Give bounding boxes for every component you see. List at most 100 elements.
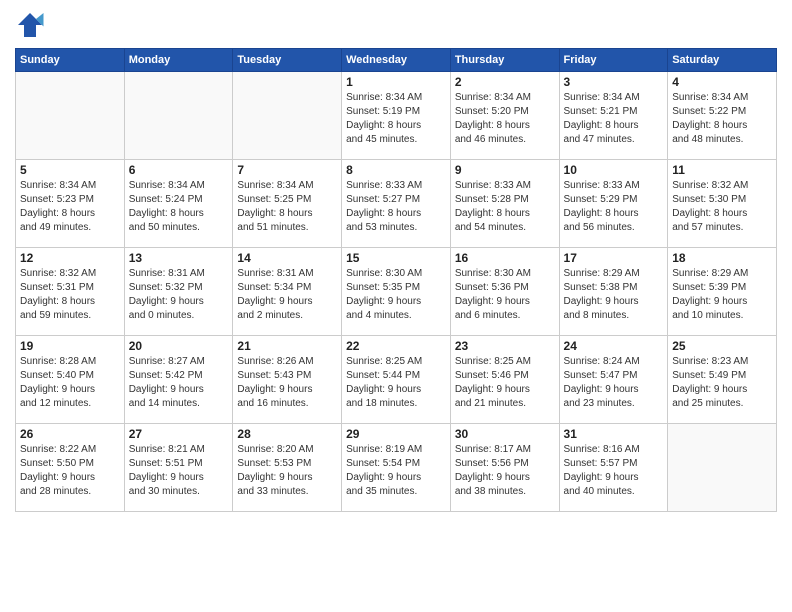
calendar-cell: 13Sunrise: 8:31 AMSunset: 5:32 PMDayligh… (124, 248, 233, 336)
day-info: Sunrise: 8:32 AMSunset: 5:31 PMDaylight:… (20, 267, 120, 323)
day-number: 29 (346, 427, 446, 441)
calendar-cell (233, 72, 342, 160)
day-number: 22 (346, 339, 446, 353)
day-number: 12 (20, 251, 120, 265)
calendar-cell: 22 Sunrise: 8:25 AMSunset: 5:44 PMDayligh… (342, 336, 451, 424)
day-info: Sunrise: 8:24 AMSunset: 5:47 PMDaylight:… (564, 355, 664, 411)
day-number: 24 (564, 339, 664, 353)
calendar-cell (668, 424, 777, 512)
day-number: 1 (346, 75, 446, 89)
day-info: Sunrise: 8:32 AMSunset: 5:30 PMDaylight:… (672, 179, 772, 235)
calendar-cell: 18 Sunrise: 8:29 AMSunset: 5:39 PMDayligh… (668, 248, 777, 336)
day-number: 6 (129, 163, 229, 177)
day-info: Sunrise: 8:29 AMSunset: 5:38 PMDaylight:… (564, 267, 664, 323)
day-number: 15 (346, 251, 446, 265)
col-header-friday: Friday (559, 49, 668, 72)
day-number: 17 (564, 251, 664, 265)
calendar-cell: 8 Sunrise: 8:33 AMSunset: 5:27 PMDaylight… (342, 160, 451, 248)
day-number: 16 (455, 251, 555, 265)
day-info: Sunrise: 8:23 AMSunset: 5:49 PMDaylight:… (672, 355, 772, 411)
day-info: Sunrise: 8:34 AMSunset: 5:23 PMDaylight:… (20, 179, 120, 235)
day-number: 21 (237, 339, 337, 353)
day-info: Sunrise: 8:30 AMSunset: 5:36 PMDaylight:… (455, 267, 555, 323)
calendar-cell (16, 72, 125, 160)
calendar-cell: 16 Sunrise: 8:30 AMSunset: 5:36 PMDayligh… (450, 248, 559, 336)
calendar-table: SundayMondayTuesdayWednesdayThursdayFrid… (15, 48, 777, 512)
calendar-cell: 24 Sunrise: 8:24 AMSunset: 5:47 PMDayligh… (559, 336, 668, 424)
day-number: 23 (455, 339, 555, 353)
day-number: 28 (237, 427, 337, 441)
col-header-tuesday: Tuesday (233, 49, 342, 72)
calendar-cell: 28 Sunrise: 8:20 AMSunset: 5:53 PMDayligh… (233, 424, 342, 512)
day-number: 5 (20, 163, 120, 177)
calendar-cell: 11Sunrise: 8:32 AMSunset: 5:30 PMDayligh… (668, 160, 777, 248)
calendar-cell: 27Sunrise: 8:21 AMSunset: 5:51 PMDayligh… (124, 424, 233, 512)
day-info: Sunrise: 8:33 AMSunset: 5:27 PMDaylight:… (346, 179, 446, 235)
calendar-cell: 5 Sunrise: 8:34 AMSunset: 5:23 PMDaylight… (16, 160, 125, 248)
day-info: Sunrise: 8:33 AMSunset: 5:29 PMDaylight:… (564, 179, 664, 235)
calendar-cell: 26 Sunrise: 8:22 AMSunset: 5:50 PMDayligh… (16, 424, 125, 512)
day-info: Sunrise: 8:34 AMSunset: 5:22 PMDaylight:… (672, 91, 772, 147)
day-info: Sunrise: 8:26 AMSunset: 5:43 PMDaylight:… (237, 355, 337, 411)
day-number: 19 (20, 339, 120, 353)
day-info: Sunrise: 8:33 AMSunset: 5:28 PMDaylight:… (455, 179, 555, 235)
day-info: Sunrise: 8:28 AMSunset: 5:40 PMDaylight:… (20, 355, 120, 411)
page-header (15, 10, 777, 40)
calendar-cell: 19 Sunrise: 8:28 AMSunset: 5:40 PMDayligh… (16, 336, 125, 424)
day-number: 26 (20, 427, 120, 441)
day-number: 10 (564, 163, 664, 177)
day-number: 4 (672, 75, 772, 89)
day-number: 2 (455, 75, 555, 89)
logo-icon (15, 10, 45, 40)
calendar-cell: 25Sunrise: 8:23 AMSunset: 5:49 PMDayligh… (668, 336, 777, 424)
calendar-cell: 21 Sunrise: 8:26 AMSunset: 5:43 PMDayligh… (233, 336, 342, 424)
day-info: Sunrise: 8:34 AMSunset: 5:24 PMDaylight:… (129, 179, 229, 235)
col-header-monday: Monday (124, 49, 233, 72)
calendar-cell: 31Sunrise: 8:16 AMSunset: 5:57 PMDayligh… (559, 424, 668, 512)
col-header-wednesday: Wednesday (342, 49, 451, 72)
calendar-cell: 20 Sunrise: 8:27 AMSunset: 5:42 PMDayligh… (124, 336, 233, 424)
calendar-cell: 29 Sunrise: 8:19 AMSunset: 5:54 PMDayligh… (342, 424, 451, 512)
calendar-week-row: 1Sunrise: 8:34 AMSunset: 5:19 PMDaylight… (16, 72, 777, 160)
calendar-cell: 10 Sunrise: 8:33 AMSunset: 5:29 PMDayligh… (559, 160, 668, 248)
day-info: Sunrise: 8:31 AMSunset: 5:32 PMDaylight:… (129, 267, 229, 323)
logo (15, 10, 49, 40)
day-info: Sunrise: 8:21 AMSunset: 5:51 PMDaylight:… (129, 443, 229, 499)
col-header-thursday: Thursday (450, 49, 559, 72)
day-number: 20 (129, 339, 229, 353)
calendar-cell: 2 Sunrise: 8:34 AMSunset: 5:20 PMDaylight… (450, 72, 559, 160)
calendar-cell: 4 Sunrise: 8:34 AMSunset: 5:22 PMDaylight… (668, 72, 777, 160)
day-info: Sunrise: 8:20 AMSunset: 5:53 PMDaylight:… (237, 443, 337, 499)
day-info: Sunrise: 8:17 AMSunset: 5:56 PMDaylight:… (455, 443, 555, 499)
calendar-week-row: 19 Sunrise: 8:28 AMSunset: 5:40 PMDayligh… (16, 336, 777, 424)
day-info: Sunrise: 8:25 AMSunset: 5:46 PMDaylight:… (455, 355, 555, 411)
calendar-header-row: SundayMondayTuesdayWednesdayThursdayFrid… (16, 49, 777, 72)
calendar-cell: 15 Sunrise: 8:30 AMSunset: 5:35 PMDayligh… (342, 248, 451, 336)
day-info: Sunrise: 8:25 AMSunset: 5:44 PMDaylight:… (346, 355, 446, 411)
calendar-cell: 30Sunrise: 8:17 AMSunset: 5:56 PMDayligh… (450, 424, 559, 512)
day-number: 14 (237, 251, 337, 265)
day-number: 9 (455, 163, 555, 177)
col-header-saturday: Saturday (668, 49, 777, 72)
day-info: Sunrise: 8:16 AMSunset: 5:57 PMDaylight:… (564, 443, 664, 499)
col-header-sunday: Sunday (16, 49, 125, 72)
calendar-cell: 12 Sunrise: 8:32 AMSunset: 5:31 PMDayligh… (16, 248, 125, 336)
calendar-cell: 9 Sunrise: 8:33 AMSunset: 5:28 PMDaylight… (450, 160, 559, 248)
calendar-cell: 14Sunrise: 8:31 AMSunset: 5:34 PMDayligh… (233, 248, 342, 336)
day-info: Sunrise: 8:22 AMSunset: 5:50 PMDaylight:… (20, 443, 120, 499)
day-info: Sunrise: 8:30 AMSunset: 5:35 PMDaylight:… (346, 267, 446, 323)
calendar-cell: 1Sunrise: 8:34 AMSunset: 5:19 PMDaylight… (342, 72, 451, 160)
day-info: Sunrise: 8:34 AMSunset: 5:21 PMDaylight:… (564, 91, 664, 147)
calendar-week-row: 5 Sunrise: 8:34 AMSunset: 5:23 PMDaylight… (16, 160, 777, 248)
calendar-cell: 7Sunrise: 8:34 AMSunset: 5:25 PMDaylight… (233, 160, 342, 248)
calendar-week-row: 12 Sunrise: 8:32 AMSunset: 5:31 PMDayligh… (16, 248, 777, 336)
day-info: Sunrise: 8:19 AMSunset: 5:54 PMDaylight:… (346, 443, 446, 499)
day-number: 8 (346, 163, 446, 177)
day-number: 18 (672, 251, 772, 265)
calendar-cell: 6 Sunrise: 8:34 AMSunset: 5:24 PMDaylight… (124, 160, 233, 248)
day-info: Sunrise: 8:27 AMSunset: 5:42 PMDaylight:… (129, 355, 229, 411)
day-info: Sunrise: 8:34 AMSunset: 5:20 PMDaylight:… (455, 91, 555, 147)
day-info: Sunrise: 8:29 AMSunset: 5:39 PMDaylight:… (672, 267, 772, 323)
calendar-week-row: 26 Sunrise: 8:22 AMSunset: 5:50 PMDayligh… (16, 424, 777, 512)
calendar-cell: 17 Sunrise: 8:29 AMSunset: 5:38 PMDayligh… (559, 248, 668, 336)
